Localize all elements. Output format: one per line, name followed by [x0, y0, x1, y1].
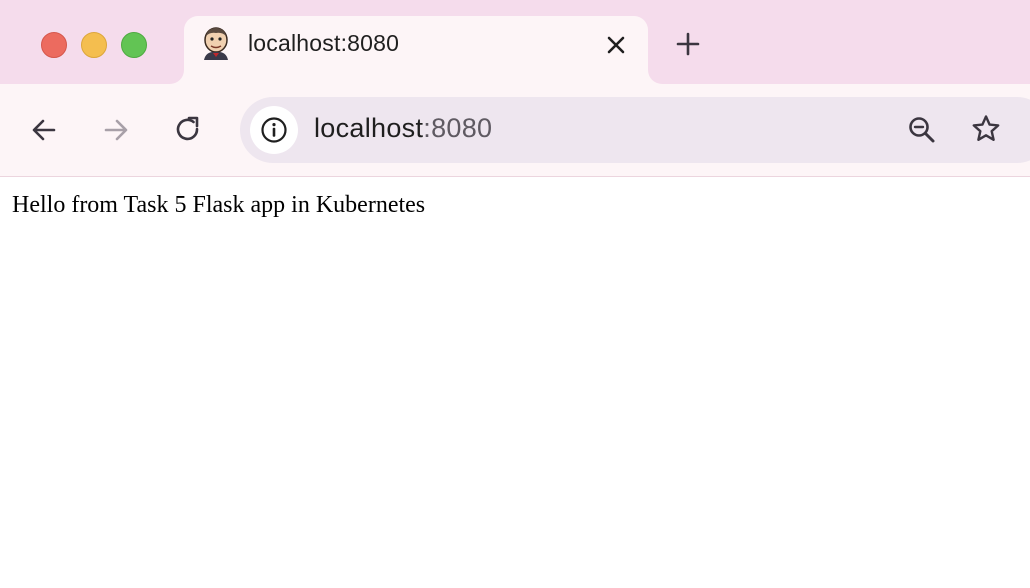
forward-arrow-icon[interactable] — [100, 114, 132, 146]
url-host: localhost — [314, 113, 424, 143]
browser-titlebar: localhost:8080 — [0, 0, 1030, 84]
tab-localhost[interactable]: localhost:8080 — [184, 16, 648, 84]
url-text[interactable]: localhost:8080 — [314, 113, 492, 144]
back-arrow-icon[interactable] — [28, 114, 60, 146]
bookmark-star-icon[interactable] — [970, 113, 1002, 145]
zoom-out-icon[interactable] — [906, 114, 938, 146]
window-maximize-button[interactable] — [121, 32, 147, 58]
address-bar[interactable]: localhost:8080 — [240, 97, 1030, 163]
tab-close-icon[interactable] — [604, 33, 628, 57]
browser-toolbar: localhost:8080 — [0, 84, 1030, 177]
site-info-button[interactable] — [250, 106, 298, 154]
url-port: :8080 — [423, 113, 493, 143]
tab-title: localhost:8080 — [248, 30, 400, 56]
window-minimize-button[interactable] — [81, 32, 107, 58]
info-icon — [261, 117, 287, 143]
page-body-text: Hello from Task 5 Flask app in Kubernete… — [12, 192, 426, 218]
new-tab-plus-icon[interactable] — [674, 30, 702, 58]
reload-icon[interactable] — [172, 114, 204, 146]
window-close-button[interactable] — [41, 32, 67, 58]
jenkins-favicon-icon — [200, 26, 232, 60]
